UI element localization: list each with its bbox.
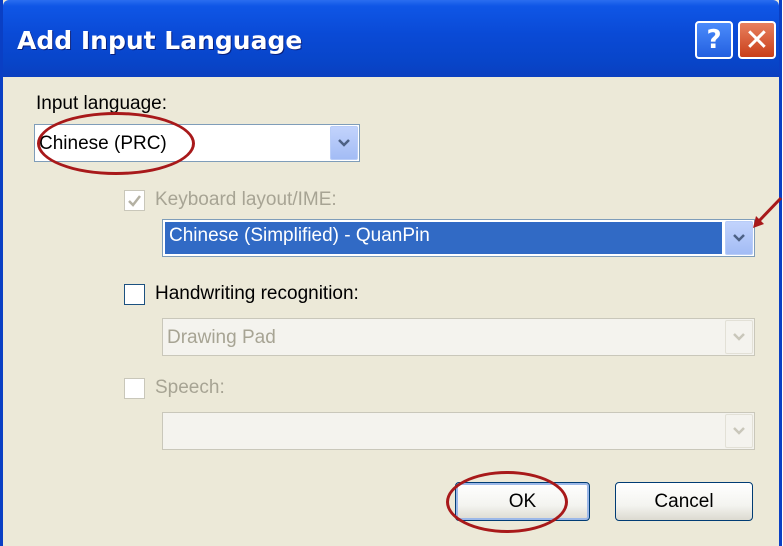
input-language-value: Chinese (PRC) bbox=[39, 133, 167, 154]
chevron-down-icon bbox=[733, 234, 745, 242]
handwriting-checkbox[interactable] bbox=[124, 284, 145, 305]
input-language-select[interactable]: Chinese (PRC) bbox=[34, 124, 360, 162]
add-input-language-dialog: Add Input Language ? ✕ Input language: C… bbox=[0, 0, 782, 546]
input-language-dropdown-button[interactable] bbox=[330, 126, 358, 160]
keyboard-layout-label: Keyboard layout/IME: bbox=[155, 189, 337, 210]
chevron-down-icon bbox=[338, 139, 350, 147]
ok-button[interactable]: OK bbox=[455, 482, 590, 521]
close-button[interactable]: ✕ bbox=[738, 21, 776, 59]
help-button[interactable]: ? bbox=[695, 21, 733, 59]
keyboard-layout-value: Chinese (Simplified) - QuanPin bbox=[165, 222, 722, 254]
close-icon: ✕ bbox=[744, 22, 770, 58]
handwriting-dropdown-button[interactable] bbox=[725, 320, 753, 354]
window-title: Add Input Language bbox=[17, 26, 303, 55]
chevron-down-icon bbox=[733, 427, 745, 435]
speech-select[interactable] bbox=[162, 412, 755, 450]
input-language-label: Input language: bbox=[36, 93, 168, 114]
keyboard-layout-select[interactable]: Chinese (Simplified) - QuanPin bbox=[162, 219, 755, 257]
keyboard-layout-dropdown-button[interactable] bbox=[725, 221, 753, 255]
help-icon: ? bbox=[706, 25, 722, 55]
handwriting-label: Handwriting recognition: bbox=[155, 283, 359, 304]
speech-checkbox[interactable] bbox=[124, 378, 145, 399]
handwriting-select[interactable]: Drawing Pad bbox=[162, 318, 755, 356]
cancel-button[interactable]: Cancel bbox=[615, 482, 753, 521]
keyboard-layout-checkbox[interactable] bbox=[124, 190, 145, 211]
chevron-down-icon bbox=[733, 333, 745, 341]
speech-label: Speech: bbox=[155, 377, 225, 398]
checkmark-icon bbox=[128, 195, 141, 207]
speech-dropdown-button[interactable] bbox=[725, 414, 753, 448]
handwriting-value: Drawing Pad bbox=[167, 327, 276, 348]
title-bar: Add Input Language ? ✕ bbox=[3, 0, 779, 77]
annotation-arrow-icon bbox=[753, 196, 783, 228]
